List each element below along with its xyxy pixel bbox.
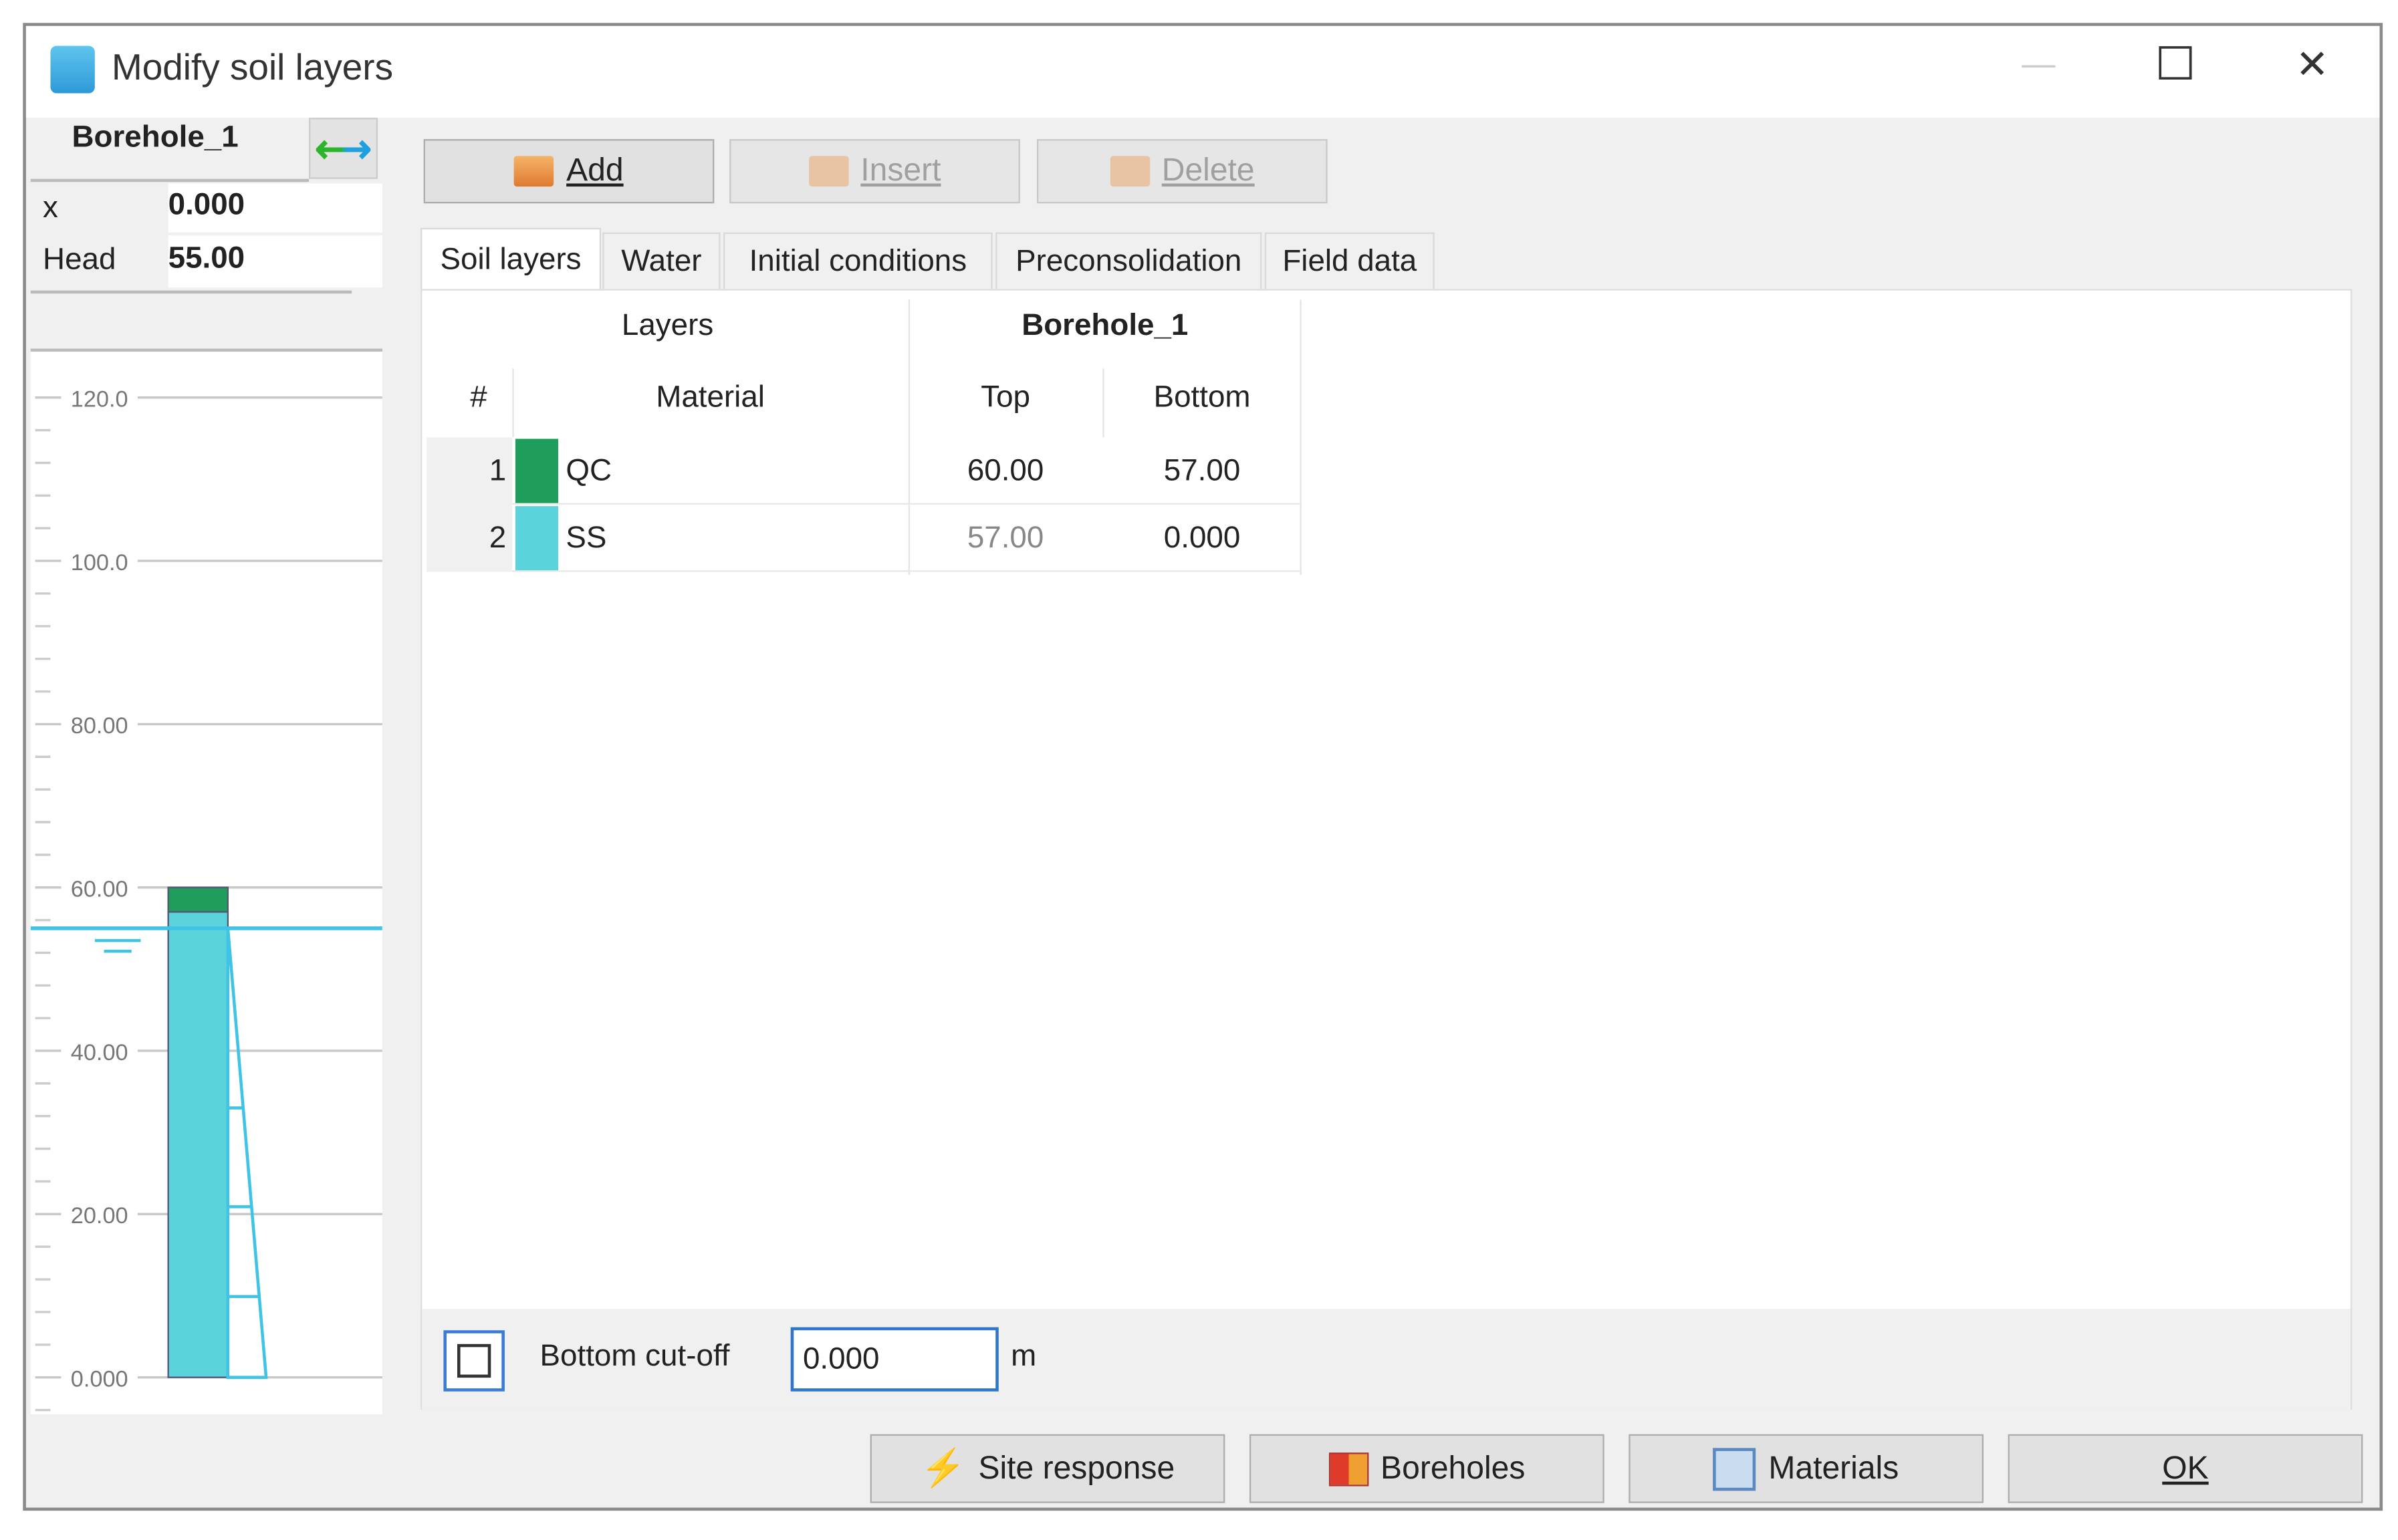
material-color-swatch bbox=[515, 506, 558, 571]
bottom-cutoff-unit: m bbox=[1011, 1339, 1037, 1374]
top-header: Top bbox=[981, 380, 1030, 414]
y-tick-label: 100.0 bbox=[71, 550, 128, 575]
material-color-swatch bbox=[515, 438, 558, 503]
delete-label: Delete bbox=[1161, 152, 1255, 188]
top-value[interactable]: 60.00 bbox=[909, 437, 1103, 505]
add-layer-icon bbox=[514, 156, 554, 187]
table-row[interactable]: 1 QC 60.00 57.00 bbox=[427, 437, 1302, 505]
soil-layers-panel: Layers Borehole_1 # Material Top Bottom … bbox=[421, 289, 2353, 1410]
head-label: Head bbox=[43, 243, 116, 277]
material-name[interactable]: SS bbox=[566, 505, 606, 572]
tab-water[interactable]: Water bbox=[602, 232, 721, 291]
bottom-value[interactable]: 0.000 bbox=[1102, 505, 1301, 572]
title-bar: Modify soil layers — ☐ ✕ bbox=[25, 25, 2380, 118]
minimize-button[interactable]: — bbox=[2022, 44, 2055, 84]
row-number: 2 bbox=[427, 504, 513, 572]
app-icon bbox=[50, 45, 95, 94]
ok-button[interactable]: OK bbox=[2008, 1434, 2363, 1503]
borehole-chart: 120.0 100.0 80.00 60.00 40.00 20.00 0.000 bbox=[30, 352, 382, 1415]
soil-layer-ss bbox=[167, 911, 229, 1378]
y-tick-label: 80.00 bbox=[71, 713, 128, 739]
top-value[interactable]: 57.00 bbox=[909, 505, 1103, 572]
borehole-group-header: Borehole_1 bbox=[1022, 309, 1189, 343]
y-tick-label: 120.0 bbox=[71, 387, 128, 412]
tab-soil-layers[interactable]: Soil layers bbox=[421, 227, 602, 292]
layers-group-header: Layers bbox=[621, 309, 714, 343]
y-tick-label: 0.000 bbox=[71, 1366, 128, 1392]
borehole-info-panel: Borehole_1 ⟷ x 0.000 Head 55.00 bbox=[30, 118, 382, 309]
materials-button[interactable]: Materials bbox=[1629, 1434, 1984, 1503]
window-title: Modify soil layers bbox=[111, 47, 394, 89]
bottom-cutoff-checkbox[interactable] bbox=[443, 1330, 505, 1392]
cutoff-bar: Bottom cut-off 0.000 m bbox=[422, 1309, 2351, 1410]
bottom-cutoff-label: Bottom cut-off bbox=[539, 1339, 730, 1374]
y-tick-label: 40.00 bbox=[71, 1040, 128, 1065]
borehole-name: Borehole_1 bbox=[72, 120, 239, 155]
delete-button[interactable]: Delete bbox=[1036, 139, 1328, 204]
boreholes-icon bbox=[1328, 1452, 1368, 1486]
close-button[interactable]: ✕ bbox=[2296, 41, 2329, 89]
site-response-icon: ⚡ bbox=[920, 1448, 967, 1490]
table-row[interactable]: 2 SS 57.00 0.000 bbox=[427, 504, 1302, 572]
insert-label: Insert bbox=[860, 152, 941, 188]
boreholes-button[interactable]: Boreholes bbox=[1249, 1434, 1604, 1503]
add-label: Add bbox=[566, 152, 624, 188]
insert-button[interactable]: Insert bbox=[729, 139, 1020, 204]
boreholes-label: Boreholes bbox=[1381, 1450, 1526, 1486]
maximize-button[interactable]: ☐ bbox=[2155, 38, 2196, 92]
delete-layer-icon bbox=[1109, 156, 1150, 187]
x-value[interactable]: 0.000 bbox=[168, 183, 382, 233]
layers-table: Layers Borehole_1 # Material Top Bottom … bbox=[427, 299, 1302, 575]
bottom-value[interactable]: 57.00 bbox=[1102, 437, 1301, 505]
tab-initial-conditions[interactable]: Initial conditions bbox=[723, 232, 993, 291]
site-response-label: Site response bbox=[978, 1450, 1175, 1486]
switch-borehole-button[interactable]: ⟷ bbox=[309, 118, 378, 179]
modify-soil-layers-dialog: Modify soil layers — ☐ ✕ Borehole_1 ⟷ x … bbox=[23, 23, 2383, 1511]
site-response-button[interactable]: ⚡ Site response bbox=[870, 1434, 1225, 1503]
material-name[interactable]: QC bbox=[566, 437, 612, 505]
add-button[interactable]: Add bbox=[423, 139, 715, 204]
bottom-header: Bottom bbox=[1153, 380, 1251, 414]
tab-preconsolidation[interactable]: Preconsolidation bbox=[995, 232, 1262, 291]
double-arrow-icon: ⟷ bbox=[315, 124, 372, 172]
y-tick-label: 60.00 bbox=[71, 876, 128, 902]
materials-icon bbox=[1713, 1447, 1757, 1491]
insert-layer-icon bbox=[808, 156, 849, 187]
material-header: Material bbox=[656, 380, 765, 414]
soil-layer-qc bbox=[167, 886, 229, 913]
tab-field-data[interactable]: Field data bbox=[1264, 232, 1435, 291]
x-label: x bbox=[43, 190, 58, 225]
bottom-cutoff-input[interactable]: 0.000 bbox=[790, 1327, 999, 1392]
head-value[interactable]: 55.00 bbox=[168, 235, 382, 288]
row-number: 1 bbox=[427, 437, 513, 505]
materials-label: Materials bbox=[1768, 1450, 1899, 1486]
ok-label: OK bbox=[2162, 1450, 2209, 1486]
y-tick-label: 20.00 bbox=[71, 1203, 128, 1229]
